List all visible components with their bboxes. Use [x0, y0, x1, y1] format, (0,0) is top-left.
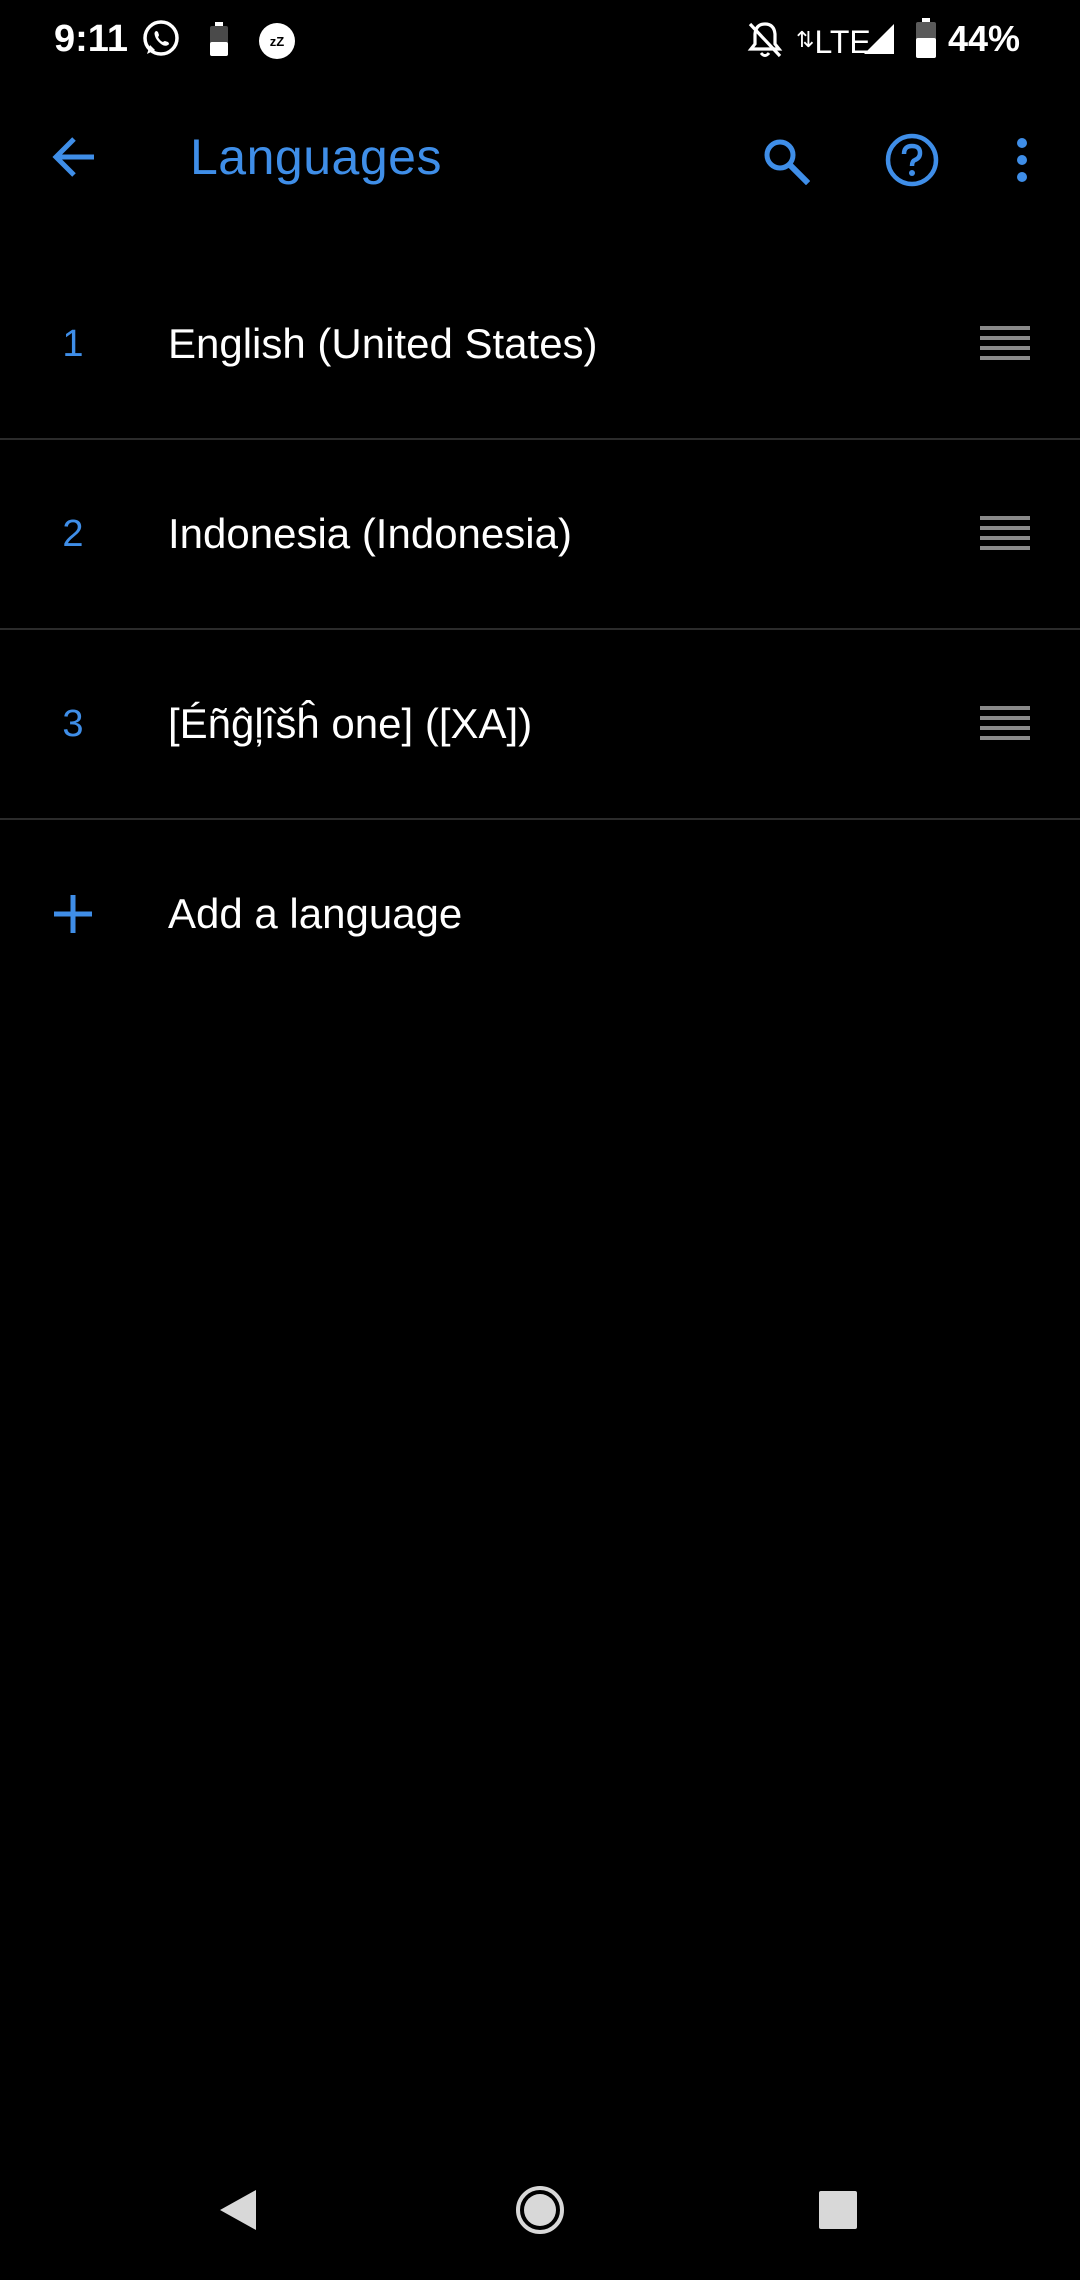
add-language-button[interactable]: Add a language: [0, 820, 1080, 1008]
drag-handle-icon: [980, 326, 1030, 360]
language-label: Indonesia (Indonesia): [168, 510, 572, 557]
nav-recents-button[interactable]: [796, 2168, 880, 2252]
drag-handle[interactable]: [978, 510, 1032, 558]
plus-icon: [48, 884, 98, 944]
network-type: ⇅LTE: [796, 24, 871, 60]
language-list: 1 English (United States) 2 Indonesia (I…: [0, 250, 1080, 1008]
language-label: English (United States): [168, 320, 598, 367]
drag-handle-icon: [980, 516, 1030, 550]
page-title: Languages: [190, 129, 442, 185]
nav-back-icon: [220, 2190, 256, 2230]
zz-icon: zZ: [259, 23, 295, 59]
drag-handle-icon: [980, 706, 1030, 740]
battery-icon: [916, 18, 936, 58]
language-label: [Éñĝļîšĥ one] ([XA]): [168, 700, 533, 747]
add-language-label: Add a language: [168, 890, 463, 937]
whatsapp-icon: [143, 20, 179, 56]
nav-back-button[interactable]: [196, 2168, 280, 2252]
back-arrow-icon: [52, 137, 94, 177]
status-time: 9:11: [54, 18, 128, 60]
language-rank: 2: [62, 513, 84, 555]
bell-off-icon: [747, 22, 783, 58]
navigation-bar: [0, 2140, 1080, 2280]
help-button[interactable]: [872, 120, 952, 200]
drag-handle[interactable]: [978, 320, 1032, 368]
battery-percent: 44%: [948, 18, 1021, 59]
nav-recents-icon: [819, 2191, 857, 2229]
more-options-button[interactable]: [992, 120, 1052, 200]
svg-text:zZ: zZ: [270, 34, 285, 49]
language-item[interactable]: 2 Indonesia (Indonesia): [0, 440, 1080, 630]
language-item[interactable]: 3 [Éñĝļîšĥ one] ([XA]): [0, 630, 1080, 820]
more-vert-icon: [1017, 138, 1027, 182]
nav-home-icon: [516, 2186, 564, 2234]
status-bar: 9:11 zZ ⇅LTE 44%: [0, 0, 1080, 80]
search-button[interactable]: [745, 120, 825, 200]
nav-home-button[interactable]: [498, 2168, 582, 2252]
back-button[interactable]: [32, 122, 116, 192]
language-rank: 1: [62, 323, 84, 365]
battery-small-icon: [210, 22, 228, 56]
drag-handle[interactable]: [978, 700, 1032, 748]
help-icon: [885, 133, 939, 187]
language-rank: 3: [62, 703, 84, 745]
search-icon: [764, 139, 810, 185]
data-arrows-icon: ⇅: [796, 27, 815, 52]
language-item[interactable]: 1 English (United States): [0, 250, 1080, 440]
app-bar: Languages: [0, 80, 1080, 230]
signal-icon: [864, 24, 894, 54]
